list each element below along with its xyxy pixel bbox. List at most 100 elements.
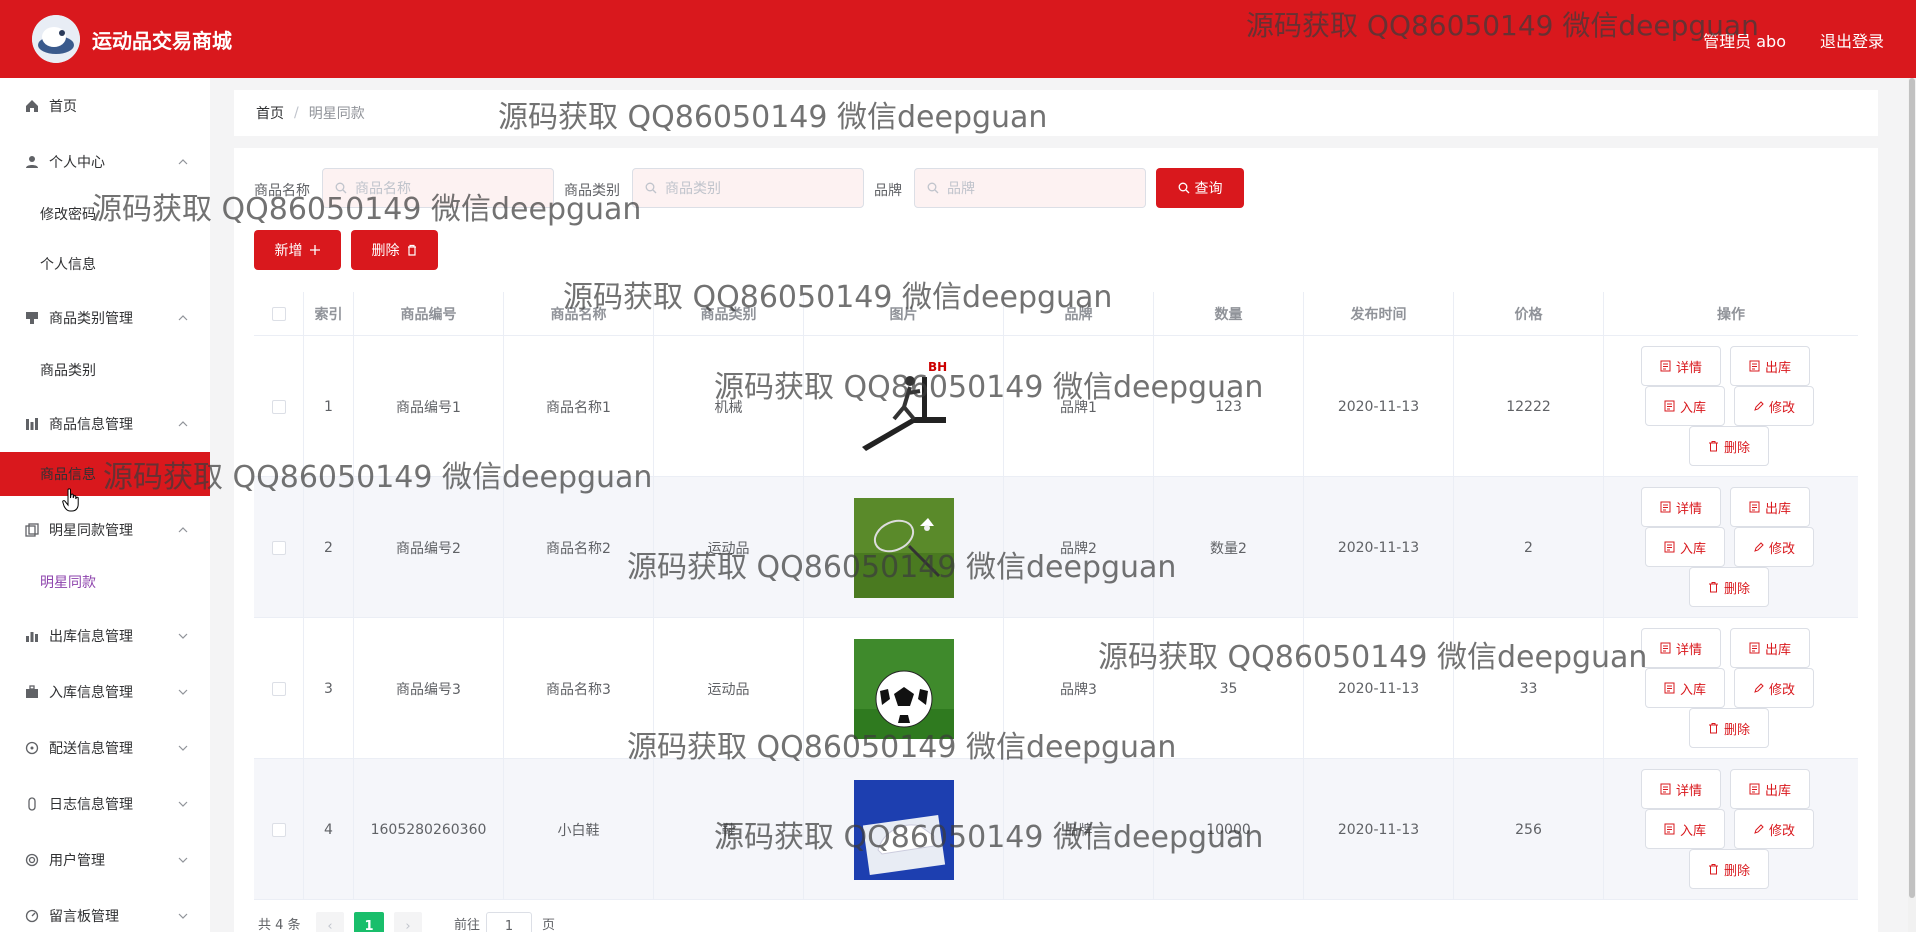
edit-button[interactable]: 修改 xyxy=(1734,527,1814,567)
row-checkbox[interactable] xyxy=(271,681,286,696)
sidebar-subitem-change-password[interactable]: 修改密码 xyxy=(0,192,210,236)
delivery-icon xyxy=(24,740,40,756)
price-cell: 33 xyxy=(1454,618,1604,759)
sidebar-item-personal-center[interactable]: 个人中心 xyxy=(0,142,210,182)
index-cell: 1 xyxy=(304,336,354,477)
search-brand-label: 品牌 xyxy=(874,183,902,199)
edit-button[interactable]: 修改 xyxy=(1734,386,1814,426)
column-header: 商品类别 xyxy=(654,292,804,336)
sidebar-subitem-personal-info[interactable]: 个人信息 xyxy=(0,242,210,286)
sidebar-item-message-board[interactable]: 留言板管理 xyxy=(0,896,210,932)
edit-button[interactable]: 修改 xyxy=(1734,668,1814,708)
query-button[interactable]: 查询 xyxy=(1156,168,1244,208)
inbound-label: 入库 xyxy=(1679,400,1706,416)
search-name-label: 商品名称 xyxy=(254,183,310,199)
outbound-button[interactable]: 出库 xyxy=(1730,769,1810,809)
code-cell: 商品编号2 xyxy=(354,477,504,618)
detail-button[interactable]: 详情 xyxy=(1641,487,1721,527)
sidebar-subitem-star-same[interactable]: 明星同款 xyxy=(0,560,210,604)
sidebar-item-outbound-management[interactable]: 出库信息管理 xyxy=(0,616,210,656)
select-all-checkbox[interactable] xyxy=(271,307,286,321)
product-image-soccer-ball xyxy=(853,638,954,739)
outbound-button[interactable]: 出库 xyxy=(1730,628,1810,668)
sidebar-subitem-category[interactable]: 商品类别 xyxy=(0,348,210,392)
inbound-button[interactable]: 入库 xyxy=(1645,668,1725,708)
hand-cursor-icon xyxy=(62,488,79,512)
column-header: 图片 xyxy=(804,292,1004,336)
document-icon xyxy=(1660,360,1671,372)
copy-icon xyxy=(24,522,40,538)
sidebar-item-label: 用户管理 xyxy=(49,853,105,869)
delete-button[interactable]: 删除 xyxy=(1689,849,1769,889)
sidebar-item-star-same-management[interactable]: 明星同款管理 xyxy=(0,510,210,550)
sidebar-item-inbound-management[interactable]: 入库信息管理 xyxy=(0,672,210,712)
row-select-cell xyxy=(254,759,304,900)
column-header: 商品名称 xyxy=(504,292,654,336)
detail-label: 详情 xyxy=(1675,501,1702,517)
detail-button[interactable]: 详情 xyxy=(1641,628,1721,668)
detail-button[interactable]: 详情 xyxy=(1641,346,1721,386)
sidebar-item-category-management[interactable]: 商品类别管理 xyxy=(0,298,210,338)
sidebar-item-log-management[interactable]: 日志信息管理 xyxy=(0,784,210,824)
add-button[interactable]: 新增 xyxy=(254,230,341,270)
delete-button[interactable]: 删除 xyxy=(1689,567,1769,607)
inbound-button[interactable]: 入库 xyxy=(1645,809,1725,849)
delete-button[interactable]: 删除 xyxy=(1689,426,1769,466)
search-icon xyxy=(645,182,657,194)
search-brand-input[interactable]: 品牌 xyxy=(914,168,1146,208)
edit-icon xyxy=(1754,683,1764,693)
price-cell: 256 xyxy=(1454,759,1604,900)
sidebar-item-delivery-management[interactable]: 配送信息管理 xyxy=(0,728,210,768)
row-select-cell xyxy=(254,336,304,477)
row-checkbox[interactable] xyxy=(271,399,286,414)
page-scrollbar[interactable] xyxy=(1908,78,1916,932)
goto-label: 前往 xyxy=(454,918,481,932)
category-cell: 机械 xyxy=(654,336,804,477)
edit-icon xyxy=(1754,401,1764,411)
row-checkbox[interactable] xyxy=(271,540,286,555)
detail-button[interactable]: 详情 xyxy=(1641,769,1721,809)
plus-icon xyxy=(309,245,320,255)
edit-button[interactable]: 修改 xyxy=(1734,809,1814,849)
code-cell: 商品编号1 xyxy=(354,336,504,477)
page-number-button[interactable]: 1 xyxy=(354,912,384,932)
index-cell: 4 xyxy=(304,759,354,900)
breadcrumb-home-link[interactable]: 首页 xyxy=(256,103,284,123)
qty-cell: 123 xyxy=(1154,336,1304,477)
next-page-button[interactable]: › xyxy=(394,912,422,932)
operations-cell: 详情 出库 入库 修改 删除 xyxy=(1604,477,1858,618)
document-icon xyxy=(1664,682,1675,694)
search-name-input[interactable]: 商品名称 xyxy=(322,168,554,208)
top-header: 运动品交易商城 管理员 abo 退出登录 xyxy=(0,0,1916,78)
logout-button[interactable]: 退出登录 xyxy=(1820,28,1884,52)
admin-label: 管理员 abo xyxy=(1703,32,1786,51)
delete-button[interactable]: 删除 xyxy=(1689,708,1769,748)
sidebar-item-user-management[interactable]: 用户管理 xyxy=(0,840,210,880)
app-logo xyxy=(32,15,80,63)
table-header: 索引 商品编号 商品名称 商品类别 图片 品牌 数量 发布时间 价格 操作 xyxy=(254,292,1858,336)
category-cell: 鞋 xyxy=(654,759,804,900)
column-header: 数量 xyxy=(1154,292,1304,336)
sidebar-subitem-product-info[interactable]: 商品信息 xyxy=(0,452,210,496)
sidebar-item-label: 日志信息管理 xyxy=(49,797,133,813)
search-category-label: 商品类别 xyxy=(564,183,620,199)
batch-delete-button[interactable]: 删除 xyxy=(351,230,438,270)
delete-label: 删除 xyxy=(1723,722,1750,738)
trash-icon xyxy=(1708,864,1718,875)
search-category-input[interactable]: 商品类别 xyxy=(632,168,864,208)
goto-page-input[interactable]: 1 xyxy=(486,912,532,932)
prev-page-button[interactable]: ‹ xyxy=(316,912,344,932)
sidebar-item-home[interactable]: 首页 xyxy=(0,86,210,126)
outbound-button[interactable]: 出库 xyxy=(1730,487,1810,527)
scrollbar-thumb[interactable] xyxy=(1909,78,1915,898)
sidebar-item-label: 商品类别管理 xyxy=(49,311,133,327)
trash-icon xyxy=(407,244,416,256)
row-checkbox[interactable] xyxy=(271,822,286,837)
outbound-button[interactable]: 出库 xyxy=(1730,346,1810,386)
date-cell: 2020-11-13 xyxy=(1304,618,1454,759)
sidebar-item-product-management[interactable]: 商品信息管理 xyxy=(0,404,210,444)
app-title: 运动品交易商城 xyxy=(92,29,232,53)
batch-delete-button-label: 删除 xyxy=(371,243,400,259)
inbound-button[interactable]: 入库 xyxy=(1645,386,1725,426)
inbound-button[interactable]: 入库 xyxy=(1645,527,1725,567)
